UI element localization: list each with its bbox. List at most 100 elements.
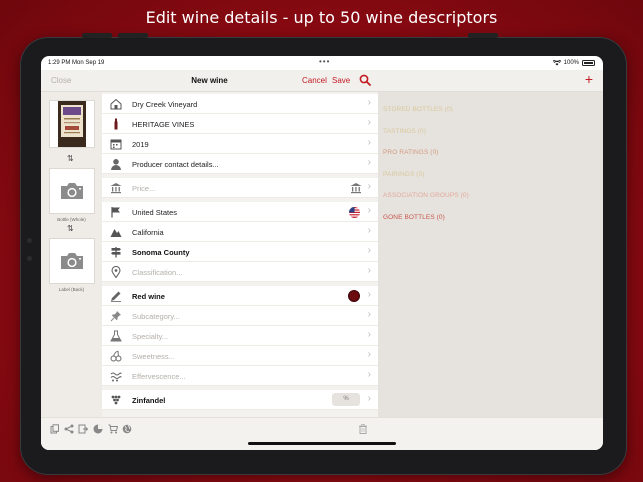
row-label: Effervescence... bbox=[132, 372, 186, 381]
camera-dot bbox=[27, 238, 32, 243]
row-country[interactable]: United States › bbox=[102, 202, 378, 222]
person-icon bbox=[111, 159, 121, 170]
row-effervescence[interactable]: Effervescence... › bbox=[102, 366, 378, 386]
row-winery[interactable]: Dry Creek Vineyard › bbox=[102, 94, 378, 114]
row-label: Zinfandel bbox=[132, 396, 166, 405]
chevron-right-icon: › bbox=[367, 349, 371, 360]
chevron-right-icon: › bbox=[367, 289, 371, 300]
row-label: Sonoma County bbox=[132, 248, 190, 257]
association-groups-link[interactable]: ASSOCIATION GROUPS (0) bbox=[383, 192, 469, 199]
chevron-right-icon: › bbox=[367, 393, 371, 404]
export-icon[interactable] bbox=[78, 424, 88, 434]
row-label: HERITAGE VINES bbox=[132, 120, 195, 129]
us-flag-icon bbox=[349, 207, 360, 218]
swap-arrows-icon[interactable]: ⇅ bbox=[67, 224, 74, 233]
swap-arrows-icon[interactable]: ⇅ bbox=[67, 154, 74, 163]
row-label: California bbox=[132, 228, 164, 237]
chevron-right-icon: › bbox=[367, 265, 371, 276]
red-wine-color-dot bbox=[348, 290, 360, 302]
cherries-icon bbox=[110, 350, 122, 362]
bottle-photo[interactable] bbox=[49, 100, 95, 148]
row-region[interactable]: California › bbox=[102, 222, 378, 242]
row-label: Dry Creek Vineyard bbox=[132, 100, 198, 109]
chevron-right-icon: › bbox=[367, 117, 371, 128]
pro-ratings-link[interactable]: PRO RATINGS (0) bbox=[383, 149, 439, 156]
row-sweetness[interactable]: Sweetness... › bbox=[102, 346, 378, 366]
wine-bottle-image bbox=[58, 101, 86, 147]
multitask-dots[interactable]: ••• bbox=[319, 57, 330, 66]
volume-button bbox=[118, 33, 148, 38]
tastings-link[interactable]: TASTINGS (0) bbox=[383, 128, 426, 135]
row-wine-type[interactable]: Red wine › bbox=[102, 286, 378, 306]
chart-icon[interactable] bbox=[93, 424, 103, 434]
wine-form: Dry Creek Vineyard › HERITAGE VINES › 20… bbox=[102, 92, 378, 417]
calendar-icon bbox=[110, 139, 122, 150]
grape-percent-field[interactable]: % bbox=[332, 393, 360, 406]
row-label: Sweetness... bbox=[132, 352, 175, 361]
home-indicator[interactable] bbox=[248, 442, 396, 445]
chevron-right-icon: › bbox=[367, 245, 371, 256]
chevron-right-icon: › bbox=[367, 329, 371, 340]
battery-percent: 100% bbox=[563, 60, 579, 66]
chevron-right-icon: › bbox=[367, 225, 371, 236]
row-price[interactable]: Price... › bbox=[102, 178, 378, 198]
flag-icon bbox=[111, 207, 120, 218]
row-label: Subcategory... bbox=[132, 312, 180, 321]
mountain-icon bbox=[110, 229, 122, 237]
row-label: Producer contact details... bbox=[132, 160, 219, 169]
row-vintage[interactable]: 2019 › bbox=[102, 134, 378, 154]
row-specialty[interactable]: Specialty... › bbox=[102, 326, 378, 346]
row-subcategory[interactable]: Subcategory... › bbox=[102, 306, 378, 326]
bottle-icon bbox=[114, 118, 118, 130]
app-screen: 1:29 PM Mon Sep 19 ••• 100% Close New wi… bbox=[41, 56, 603, 450]
chevron-right-icon: › bbox=[367, 181, 371, 192]
back-photo-label: Label (Back) bbox=[58, 287, 85, 292]
battery-icon bbox=[582, 60, 595, 66]
sensor-dot bbox=[27, 256, 32, 261]
trash-icon[interactable] bbox=[358, 424, 368, 434]
bank-icon bbox=[350, 183, 362, 194]
stored-bottles-link[interactable]: STORED BOTTLES (0) bbox=[383, 106, 453, 113]
row-label: United States bbox=[132, 208, 178, 217]
save-button[interactable]: Save bbox=[332, 76, 350, 85]
search-icon[interactable] bbox=[359, 74, 371, 86]
globe-icon[interactable] bbox=[122, 424, 132, 434]
detail-header: + bbox=[378, 70, 603, 92]
row-label: Classification... bbox=[132, 268, 183, 277]
row-grape-variety[interactable]: Zinfandel % › bbox=[102, 390, 378, 410]
cart-icon[interactable] bbox=[108, 424, 118, 434]
bubbles-icon bbox=[110, 372, 122, 382]
front-photo-slot[interactable] bbox=[49, 168, 95, 214]
gone-bottles-link[interactable]: GONE BOTTLES (0) bbox=[383, 214, 445, 221]
power-button bbox=[468, 33, 498, 38]
row-label: 2019 bbox=[132, 140, 149, 149]
pen-icon bbox=[111, 291, 121, 302]
row-classification[interactable]: Classification... › bbox=[102, 262, 378, 282]
winery-icon bbox=[110, 98, 122, 110]
front-photo-label: Bottle (Whole) bbox=[57, 217, 86, 222]
cancel-button[interactable]: Cancel bbox=[302, 76, 327, 85]
flask-icon bbox=[110, 330, 122, 342]
pin-icon bbox=[111, 266, 121, 278]
pushpin-icon bbox=[110, 311, 121, 322]
nav-bar: Close New wine Cancel Save bbox=[41, 70, 378, 92]
row-producer-contact[interactable]: Producer contact details... › bbox=[102, 154, 378, 174]
row-label: Red wine bbox=[132, 292, 165, 301]
wifi-icon bbox=[552, 60, 561, 66]
pairings-link[interactable]: PAIRINGS (0) bbox=[383, 171, 425, 178]
chevron-right-icon: › bbox=[367, 369, 371, 380]
row-label: Price... bbox=[132, 184, 156, 193]
status-bar: 1:29 PM Mon Sep 19 ••• 100% bbox=[41, 56, 603, 70]
chevron-right-icon: › bbox=[367, 205, 371, 216]
headline: Edit wine details - up to 50 wine descri… bbox=[145, 8, 498, 27]
row-wine-name[interactable]: HERITAGE VINES › bbox=[102, 114, 378, 134]
row-subregion[interactable]: Sonoma County › bbox=[102, 242, 378, 262]
status-time: 1:29 PM Mon Sep 19 bbox=[48, 60, 105, 66]
add-icon[interactable]: + bbox=[585, 71, 593, 87]
related-records-pane: STORED BOTTLES (0) TASTINGS (0) PRO RATI… bbox=[378, 92, 603, 417]
camera-icon bbox=[61, 253, 83, 269]
back-photo-slot[interactable] bbox=[49, 238, 95, 284]
bottom-toolbar bbox=[41, 417, 603, 450]
share-icon[interactable] bbox=[64, 424, 74, 434]
copy-icon[interactable] bbox=[50, 424, 60, 434]
